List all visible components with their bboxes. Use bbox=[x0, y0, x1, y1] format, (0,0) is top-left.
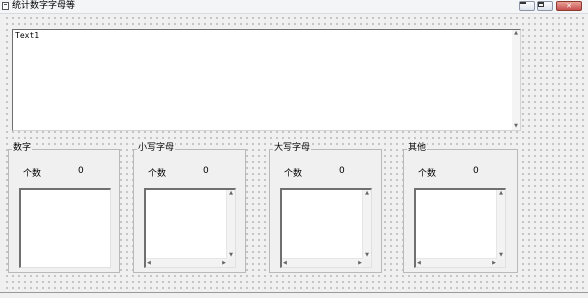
digits-count-label: 个数 bbox=[23, 169, 42, 179]
digits-count-value: 0 bbox=[78, 166, 84, 176]
window-title: 统计数字字母等 bbox=[12, 1, 76, 11]
scroll-down-icon[interactable]: ▼ bbox=[497, 253, 505, 258]
uppercase-list-vertical-scrollbar[interactable]: ▲ ▼ bbox=[362, 190, 371, 259]
scroll-right-icon[interactable]: ▶ bbox=[222, 259, 226, 267]
other-list-horizontal-scrollbar[interactable]: ◀ ▶ bbox=[416, 258, 497, 267]
other-list-vertical-scrollbar[interactable]: ▲ ▼ bbox=[496, 190, 505, 259]
lowercase-frame: 小写字母 个数 0 ▲ ▼ ◀ ▶ bbox=[133, 143, 246, 273]
uppercase-list[interactable]: ▲ ▼ ◀ ▶ bbox=[280, 188, 372, 268]
maximize-button[interactable] bbox=[537, 1, 553, 11]
minimize-button[interactable] bbox=[519, 1, 535, 11]
scrollbar-corner bbox=[363, 259, 371, 267]
digits-list[interactable] bbox=[19, 188, 111, 268]
lowercase-count-value: 0 bbox=[203, 166, 209, 176]
uppercase-list-horizontal-scrollbar[interactable]: ◀ ▶ bbox=[282, 258, 363, 267]
text-input-value: Text1 bbox=[15, 31, 40, 40]
lowercase-list[interactable]: ▲ ▼ ◀ ▶ bbox=[144, 188, 236, 268]
scroll-down-icon[interactable]: ▼ bbox=[363, 253, 371, 258]
digits-frame-caption: 数字 bbox=[12, 143, 33, 154]
scroll-down-icon[interactable]: ▼ bbox=[227, 253, 235, 258]
scroll-right-icon[interactable]: ▶ bbox=[358, 259, 362, 267]
scroll-up-icon[interactable]: ▲ bbox=[227, 191, 235, 196]
scroll-up-icon[interactable]: ▲ bbox=[512, 31, 520, 36]
maximize-icon bbox=[538, 2, 544, 7]
other-frame-caption: 其他 bbox=[407, 143, 428, 154]
lowercase-count-label: 个数 bbox=[148, 169, 167, 179]
text-input[interactable]: Text1 ▲ ▼ bbox=[12, 29, 521, 131]
other-count-value: 0 bbox=[473, 166, 479, 176]
scroll-right-icon[interactable]: ▶ bbox=[492, 259, 496, 267]
uppercase-count-label: 个数 bbox=[284, 169, 303, 179]
other-frame: 其他 个数 0 ▲ ▼ ◀ ▶ bbox=[403, 143, 518, 273]
text-input-vertical-scrollbar[interactable]: ▲ ▼ bbox=[512, 30, 520, 130]
window-bottom-border bbox=[0, 292, 588, 293]
digits-frame: 数字 个数 0 bbox=[8, 143, 120, 273]
other-list[interactable]: ▲ ▼ ◀ ▶ bbox=[414, 188, 506, 268]
close-icon: ✕ bbox=[566, 2, 572, 10]
form-window: 统计数字字母等 ✕ Text1 ▲ ▼ 数字 个数 0 小写字母 个数 0 ▲ bbox=[0, 0, 588, 298]
scroll-left-icon[interactable]: ◀ bbox=[147, 259, 151, 267]
uppercase-frame: 大写字母 个数 0 ▲ ▼ ◀ ▶ bbox=[269, 143, 382, 273]
scroll-left-icon[interactable]: ◀ bbox=[417, 259, 421, 267]
scroll-left-icon[interactable]: ◀ bbox=[283, 259, 287, 267]
form-client-area: Text1 ▲ ▼ 数字 个数 0 小写字母 个数 0 ▲ ▼ ◀ ▶ 大写字母… bbox=[3, 14, 585, 292]
uppercase-frame-caption: 大写字母 bbox=[273, 143, 312, 154]
other-count-label: 个数 bbox=[418, 169, 437, 179]
scroll-down-icon[interactable]: ▼ bbox=[512, 124, 520, 129]
title-bar[interactable]: 统计数字字母等 ✕ bbox=[0, 0, 588, 14]
scrollbar-corner bbox=[227, 259, 235, 267]
scroll-up-icon[interactable]: ▲ bbox=[497, 191, 505, 196]
lowercase-frame-caption: 小写字母 bbox=[137, 143, 176, 154]
close-button[interactable]: ✕ bbox=[556, 1, 582, 11]
scroll-up-icon[interactable]: ▲ bbox=[363, 191, 371, 196]
lowercase-list-vertical-scrollbar[interactable]: ▲ ▼ bbox=[226, 190, 235, 259]
minimize-icon bbox=[520, 2, 526, 4]
lowercase-list-horizontal-scrollbar[interactable]: ◀ ▶ bbox=[146, 258, 227, 267]
scrollbar-corner bbox=[497, 259, 505, 267]
uppercase-count-value: 0 bbox=[339, 166, 345, 176]
form-icon[interactable] bbox=[2, 2, 9, 10]
